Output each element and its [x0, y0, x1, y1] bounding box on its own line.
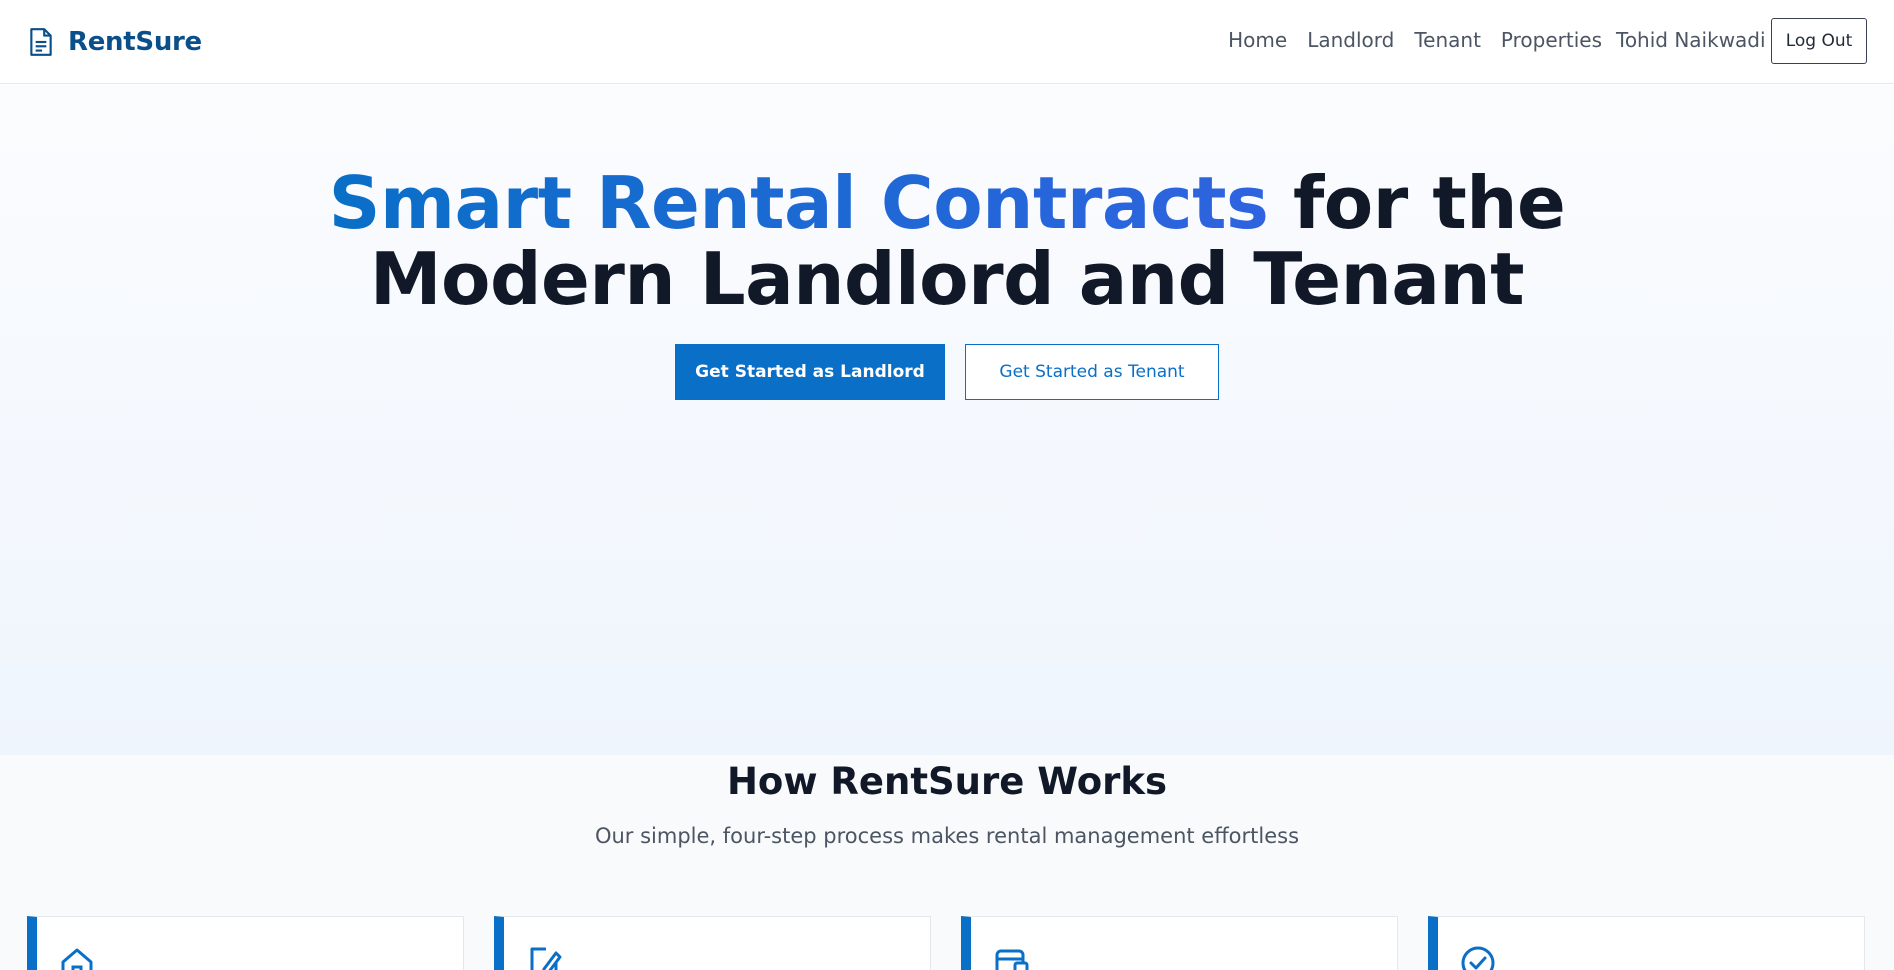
brand-logo[interactable]: RentSure: [28, 24, 202, 60]
nav-link-properties[interactable]: Properties: [1501, 28, 1602, 52]
hero-section: Smart Rental Contracts for the Modern La…: [0, 85, 1894, 755]
nav-link-tenant[interactable]: Tenant: [1414, 28, 1481, 52]
check-circle-icon: [1461, 946, 1495, 970]
hero-title-line1-rest: for the: [1292, 161, 1566, 245]
home-icon: [61, 948, 93, 970]
step-card-3: [961, 916, 1398, 970]
main-nav: Home Landlord Tenant Properties: [1228, 28, 1602, 52]
document-icon: [30, 28, 52, 56]
get-started-tenant-button[interactable]: Get Started as Tenant: [965, 344, 1219, 400]
get-started-landlord-button[interactable]: Get Started as Landlord: [675, 344, 945, 400]
step-card-2: [494, 916, 931, 970]
nav-link-landlord[interactable]: Landlord: [1307, 28, 1394, 52]
step-card-4: [1428, 916, 1865, 970]
brand-name: RentSure: [68, 27, 202, 57]
top-navbar: RentSure Home Landlord Tenant Properties…: [0, 0, 1894, 84]
hero-title-line2: Modern Landlord and Tenant: [369, 237, 1525, 321]
logout-button[interactable]: Log Out: [1771, 18, 1867, 64]
edit-document-icon: [530, 947, 562, 970]
section-title: How RentSure Works: [726, 760, 1168, 803]
step-card-1: [27, 916, 464, 970]
nav-link-home[interactable]: Home: [1228, 28, 1287, 52]
wallet-icon: [995, 949, 1029, 970]
hero-title: Smart Rental Contracts for the Modern La…: [0, 165, 1894, 317]
hero-title-highlight: Smart Rental Contracts: [328, 161, 1269, 245]
section-subtitle: Our simple, four-step process makes rent…: [594, 824, 1300, 848]
hero-buttons: Get Started as Landlord Get Started as T…: [0, 344, 1894, 400]
user-name: Tohid Naikwadi: [1616, 28, 1766, 52]
how-it-works-section: How RentSure Works Our simple, four-step…: [0, 755, 1894, 970]
